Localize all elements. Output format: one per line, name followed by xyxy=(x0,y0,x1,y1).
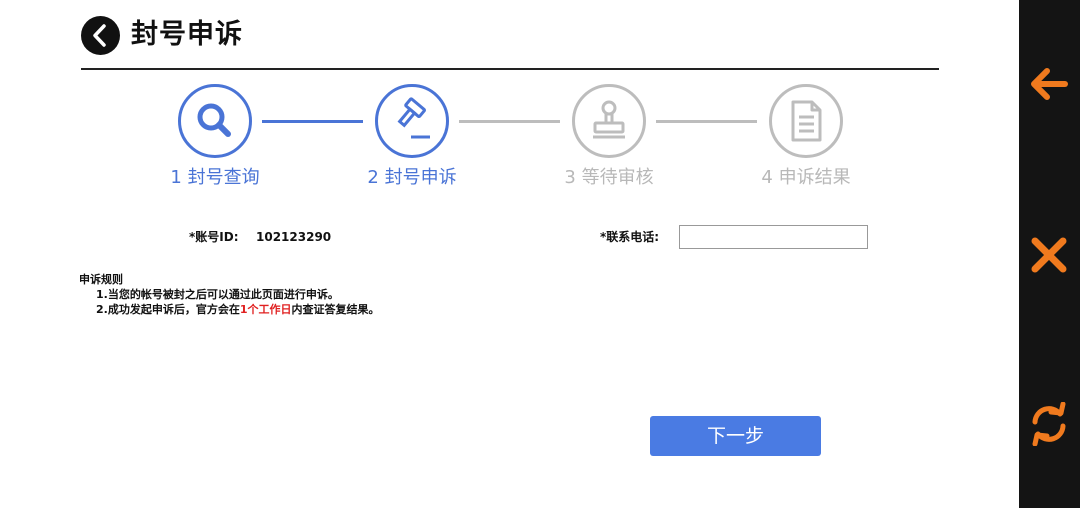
close-icon xyxy=(1031,237,1067,273)
rule-2: 2.成功发起申诉后，官方会在1个工作日内查证答复结果。 xyxy=(79,302,380,317)
phone-input[interactable] xyxy=(679,225,868,249)
arrow-left-icon xyxy=(1031,68,1068,100)
step-result: 4 申诉结果 xyxy=(736,84,876,189)
rules-title: 申诉规则 xyxy=(79,273,123,286)
step-circle xyxy=(375,84,449,158)
step-waiting: 3 等待审核 xyxy=(539,84,679,189)
refresh-icon xyxy=(1032,402,1066,446)
step-circle xyxy=(572,84,646,158)
back-arrow-button[interactable] xyxy=(1019,56,1080,112)
step-label: 4 申诉结果 xyxy=(761,167,851,188)
account-id-label: *账号ID: xyxy=(189,230,239,244)
side-control-panel xyxy=(1019,0,1080,508)
step-query: 1 封号查询 xyxy=(145,84,285,189)
step-circle xyxy=(178,84,252,158)
account-id-value: 102123290 xyxy=(256,230,332,244)
refresh-button[interactable] xyxy=(1019,396,1080,452)
rule-2-prefix: 2.成功发起申诉后，官方会在 xyxy=(96,303,240,316)
back-button[interactable] xyxy=(81,16,120,55)
search-icon xyxy=(197,103,231,137)
step-circle xyxy=(769,84,843,158)
rule-2-highlight: 1个工作日 xyxy=(239,303,292,316)
rule-2-suffix: 内查证答复结果。 xyxy=(291,303,380,316)
stamp-icon xyxy=(593,100,625,139)
appeal-rules: 申诉规则 1.当您的帐号被封之后可以通过此页面进行申诉。 2.成功发起申诉后，官… xyxy=(79,272,380,317)
chevron-left-icon xyxy=(93,24,106,47)
header-divider xyxy=(81,68,939,70)
phone-label: *联系电话: xyxy=(600,230,660,244)
close-button[interactable] xyxy=(1019,227,1080,283)
step-label: 2 封号申诉 xyxy=(367,167,457,188)
gavel-icon xyxy=(397,97,430,139)
next-step-button[interactable]: 下一步 xyxy=(650,416,821,456)
step-label: 1 封号查询 xyxy=(170,167,260,188)
rule-1: 1.当您的帐号被封之后可以通过此页面进行申诉。 xyxy=(96,288,339,301)
page-title: 封号申诉 xyxy=(131,19,243,50)
step-label: 3 等待审核 xyxy=(564,167,654,188)
document-icon xyxy=(791,100,822,142)
step-appeal: 2 封号申诉 xyxy=(342,84,482,189)
